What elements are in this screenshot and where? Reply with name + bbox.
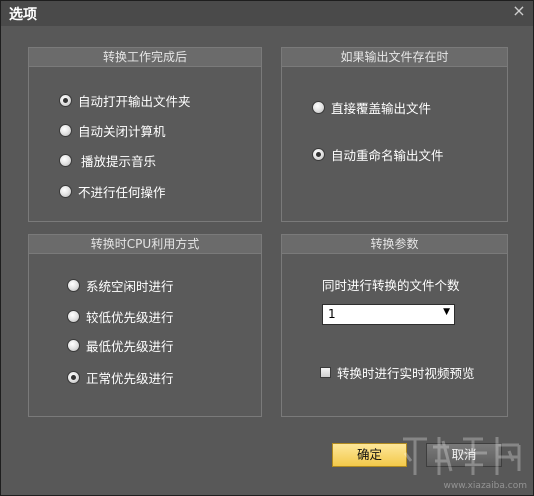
radio-open-output-folder[interactable]: 自动打开输出文件夹 <box>59 91 191 109</box>
dropdown-arrow-icon: ▼ <box>443 307 450 317</box>
radio-unchecked-icon <box>312 100 325 114</box>
radio-unchecked-icon <box>67 309 80 323</box>
radio-play-sound[interactable]: 播放提示音乐 <box>59 151 156 169</box>
group-cpu-usage-title: 转换时CPU利用方式 <box>29 235 261 254</box>
radio-label: 不进行任何操作 <box>78 184 166 200</box>
options-dialog: 选项 × 转换工作完成后 自动打开输出文件夹 自动关闭计算机 播放提示音乐 不进… <box>0 0 534 496</box>
group-cpu-usage: 转换时CPU利用方式 系统空闲时进行 较低优先级进行 最低优先级进行 正常优先级… <box>28 234 262 417</box>
radio-unchecked-icon <box>59 153 72 167</box>
radio-label: 最低优先级进行 <box>86 338 174 354</box>
ok-button[interactable]: 确定 <box>332 443 407 467</box>
watermark-logo <box>403 437 521 475</box>
radio-lowest-priority[interactable]: 最低优先级进行 <box>67 336 174 354</box>
radio-shutdown-computer[interactable]: 自动关闭计算机 <box>59 121 166 139</box>
group-convert-params: 转换参数 同时进行转换的文件个数 1 ▼ 转换时进行实时视频预览 <box>281 234 508 417</box>
radio-label: 直接覆盖输出文件 <box>331 100 432 116</box>
radio-label: 较低优先级进行 <box>86 309 174 325</box>
concurrent-files-value: 1 <box>328 307 336 321</box>
radio-normal-priority[interactable]: 正常优先级进行 <box>67 368 174 386</box>
radio-lower-priority[interactable]: 较低优先级进行 <box>67 307 174 325</box>
radio-label: 自动关闭计算机 <box>78 123 166 139</box>
radio-checked-icon <box>59 93 72 107</box>
group-file-exists: 如果输出文件存在时 直接覆盖输出文件 自动重命名输出文件 <box>281 47 508 222</box>
radio-idle-time[interactable]: 系统空闲时进行 <box>67 276 174 294</box>
radio-label: 播放提示音乐 <box>81 153 157 169</box>
radio-do-nothing[interactable]: 不进行任何操作 <box>59 182 166 200</box>
title-bar[interactable]: 选项 × <box>1 1 533 26</box>
radio-label: 自动重命名输出文件 <box>331 147 444 163</box>
concurrent-files-select[interactable]: 1 ▼ <box>322 304 455 325</box>
radio-label: 自动打开输出文件夹 <box>78 93 191 109</box>
radio-checked-icon <box>67 370 80 384</box>
radio-unchecked-icon <box>67 278 80 292</box>
close-icon[interactable]: × <box>511 3 527 19</box>
radio-unchecked-icon <box>59 184 72 198</box>
concurrent-files-label: 同时进行转换的文件个数 <box>322 278 460 293</box>
radio-unchecked-icon <box>59 123 72 137</box>
radio-unchecked-icon <box>67 338 80 352</box>
radio-overwrite-output[interactable]: 直接覆盖输出文件 <box>312 98 431 116</box>
group-convert-params-title: 转换参数 <box>282 235 507 254</box>
group-file-exists-title: 如果输出文件存在时 <box>282 48 507 67</box>
group-after-convert: 转换工作完成后 自动打开输出文件夹 自动关闭计算机 播放提示音乐 不进行任何操作 <box>28 47 262 222</box>
checkbox-unchecked-icon <box>320 366 331 378</box>
checkbox-realtime-preview[interactable]: 转换时进行实时视频预览 <box>320 363 475 381</box>
radio-checked-icon <box>312 147 325 161</box>
watermark-text: www.xiazaiba.com <box>443 481 527 491</box>
checkbox-label: 转换时进行实时视频预览 <box>337 365 475 381</box>
group-after-convert-title: 转换工作完成后 <box>29 48 261 67</box>
radio-label: 系统空闲时进行 <box>86 278 174 294</box>
dialog-title: 选项 <box>9 7 37 23</box>
radio-label: 正常优先级进行 <box>86 370 174 386</box>
radio-auto-rename[interactable]: 自动重命名输出文件 <box>312 145 444 163</box>
